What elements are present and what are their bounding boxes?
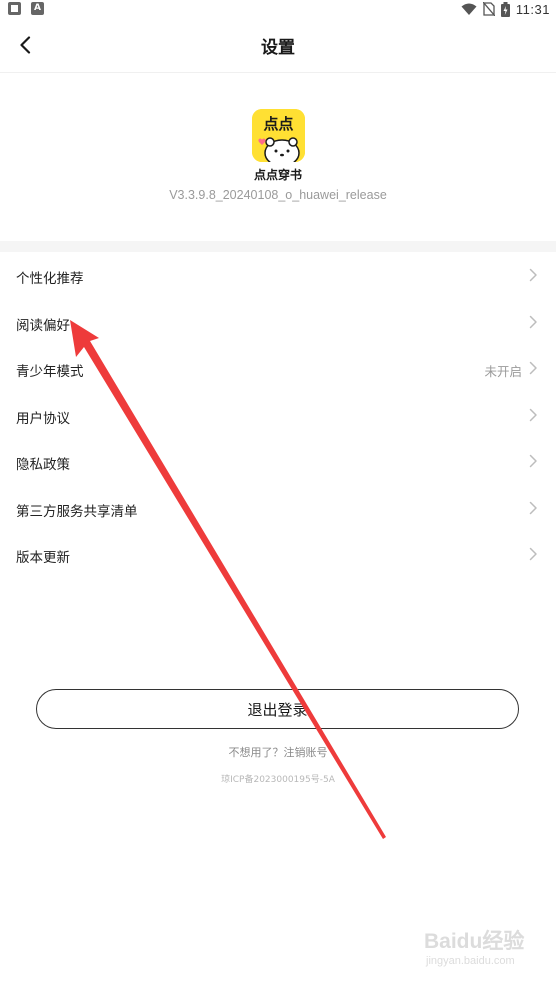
setting-user-agreement[interactable]: 用户协议	[0, 392, 556, 439]
bear-logo-icon: 点点	[252, 109, 305, 162]
watermark-url: jingyan.baidu.com	[426, 955, 515, 967]
chevron-right-icon	[529, 361, 537, 375]
chevron-right-icon	[529, 454, 537, 468]
teen-mode-status: 未开启	[484, 364, 522, 379]
app-info: 点点 点点穿书 V3.3.9.8_20240108_o_huawei_relea…	[0, 73, 556, 241]
setting-personalized-recommendation[interactable]: 个性化推荐	[0, 252, 556, 299]
status-left-icons: A	[8, 2, 44, 15]
chevron-right-icon	[529, 408, 537, 421]
watermark-logo-text: Baidu经验	[424, 930, 525, 953]
logout-button[interactable]: 退出登录	[36, 689, 519, 729]
setting-label: 版本更新	[16, 550, 70, 566]
chevron-right-icon	[529, 268, 537, 282]
setting-label: 阅读偏好	[16, 317, 70, 334]
logo-text: 点点	[263, 115, 293, 133]
a-notification-icon: A	[31, 2, 44, 15]
setting-label: 个性化推荐	[16, 271, 84, 287]
setting-version-update[interactable]: 版本更新	[0, 531, 556, 578]
battery-charging-icon	[500, 1, 510, 17]
setting-privacy-policy[interactable]: 隐私政策	[0, 438, 556, 485]
wifi-icon	[461, 3, 477, 15]
app-logo: 点点	[252, 109, 305, 162]
section-divider	[0, 241, 556, 252]
setting-label: 用户协议	[16, 410, 70, 427]
app-version: V3.3.9.8_20240108_o_huawei_release	[169, 188, 387, 202]
setting-label: 第三方服务共享清单	[16, 503, 138, 520]
cancel-account-link[interactable]: 不想用了？注销账号	[0, 744, 556, 760]
watermark: Baidu经验 jingyan.baidu.com	[424, 925, 534, 975]
status-right-icons: 11:31	[461, 0, 550, 18]
chevron-right-icon	[529, 501, 537, 514]
setting-label: 青少年模式	[16, 364, 84, 380]
setting-reading-preference[interactable]: 阅读偏好	[0, 299, 556, 346]
top-bar: 设置	[0, 18, 556, 73]
status-time: 11:31	[515, 1, 550, 17]
page-title: 设置	[261, 38, 295, 58]
chevron-right-icon	[529, 547, 537, 561]
app-name: 点点穿书	[253, 168, 302, 182]
chevron-right-icon	[529, 315, 537, 328]
setting-teen-mode[interactable]: 青少年模式 未开启	[0, 345, 556, 392]
status-bar: A 11:31	[0, 0, 556, 18]
settings-list: 个性化推荐 阅读偏好 青少年模式 未开启 用户协议 隐私政策 第三方服务共享清单…	[0, 252, 556, 578]
setting-third-party-sharing[interactable]: 第三方服务共享清单	[0, 485, 556, 532]
icp-record: 琼ICP备2023000195号-5A	[221, 775, 335, 785]
no-sim-icon	[482, 2, 495, 16]
notification-icon	[8, 2, 21, 15]
setting-label: 隐私政策	[16, 457, 70, 473]
